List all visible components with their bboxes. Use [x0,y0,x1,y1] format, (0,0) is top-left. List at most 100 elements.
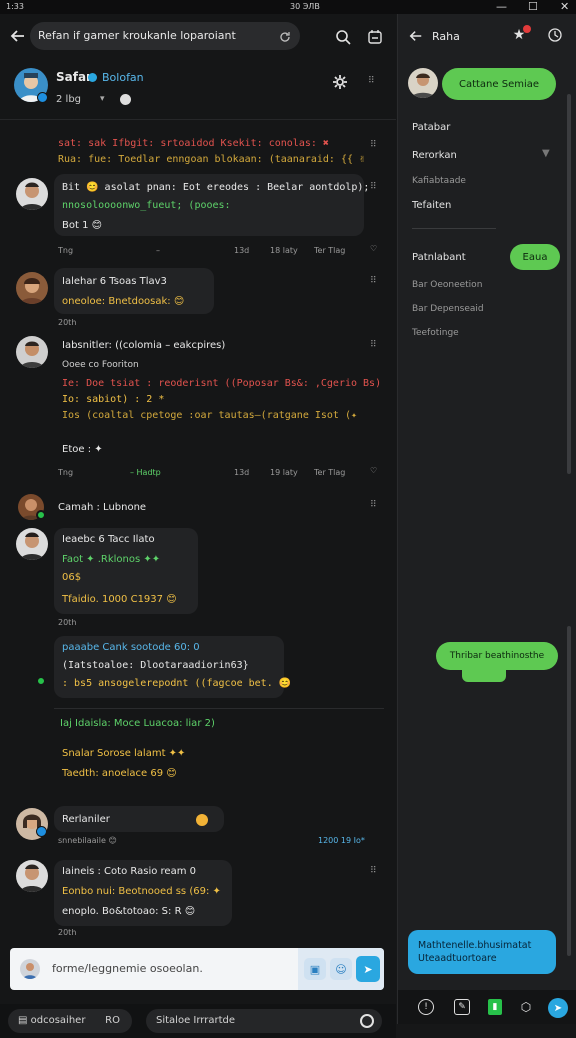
message-line: : bs5 ansogelerepodnt ((fagcoe bet. 😊 [62,678,292,689]
app-icon[interactable]: ▮ [488,999,502,1015]
top-status-pill[interactable]: Cattane Semiae [442,68,556,100]
calendar-icon[interactable] [364,26,386,48]
online-indicator-icon [36,676,46,686]
message-menu-icon[interactable]: ⠿ [370,340,378,350]
attach-icon[interactable]: ▣ [304,958,326,980]
section-pill-label: Eaua [522,251,548,263]
chevron-down-icon[interactable]: ▼ [542,148,550,159]
heart-icon[interactable]: ♡ [370,244,377,253]
contact-tag: Bolofan [102,71,144,84]
scrollbar[interactable] [567,94,571,474]
panel-item[interactable]: Patabar [412,122,450,133]
message-line: Rerlaniler [62,814,110,825]
message-menu-icon[interactable]: ⠿ [370,500,378,510]
gear-icon[interactable] [330,72,350,92]
close-icon[interactable]: ✕ [560,0,569,13]
avatar[interactable] [408,68,438,98]
message-line: Bot 1 😊 [62,220,103,231]
message-meta: Ter Tlag [314,246,346,255]
message-meta: 18 laty [270,246,298,255]
panel-item[interactable]: Tefaiten [412,200,451,211]
verified-icon [37,92,48,103]
clock-icon[interactable] [546,26,564,44]
maximize-icon[interactable]: ☐ [528,0,538,13]
message-menu-icon[interactable]: ⠿ [370,276,378,286]
message-line: Taedth: anoelace 69 😊 [62,768,177,779]
message-time: 20th [58,928,77,937]
panel-bottom-bar: ! ✎ ▮ ⬡ ➤ [398,990,576,1024]
message-line: sat: sak Ifbgit: srtoaidod Ksekit: conol… [58,138,329,149]
back-arrow-icon[interactable] [8,26,28,46]
send-icon[interactable]: ➤ [356,956,380,982]
chevron-down-icon[interactable]: ▾ [100,94,105,104]
send-icon[interactable]: ➤ [548,998,568,1018]
minimize-icon[interactable]: — [496,0,507,13]
search-field[interactable]: Refan if gamer kroukanle loparoiant [30,22,300,50]
message-line: Ie: Doe tsiat : reoderisnt ((Poposar Bs&… [62,378,382,389]
message-menu-icon[interactable]: ⠿ [370,182,378,192]
emoji-icon[interactable]: ☺ [330,958,352,980]
heart-icon[interactable]: ♡ [370,466,377,475]
panel-sub-item[interactable]: Bar Oeoneetion [412,280,482,290]
info-icon[interactable]: ! [418,999,434,1015]
message-line: paaabe Cank sootode 60: 0 [62,642,200,653]
badge-icon [88,73,97,82]
avatar[interactable] [20,959,40,979]
message-time: 20th [58,318,77,327]
cube-icon[interactable]: ⬡ [518,999,534,1015]
message-line: Etoe : ✦ [62,444,103,455]
status-center: 30 ЭЛВ [290,2,320,11]
chat-topbar: Refan if gamer kroukanle loparoiant [0,14,396,58]
message-menu-icon[interactable]: ⠿ [370,140,378,150]
bottom-left-pill[interactable]: ▤ odcosaiher RO [8,1009,132,1033]
message-meta: – Hadtp [130,468,161,477]
avatar[interactable] [16,272,48,304]
mid-pill[interactable]: Thribar beathinosthe [436,642,558,670]
message-line: Bit 😊 asolat pnan: Eot ereodes : Beelar … [62,182,370,193]
message-bubble[interactable] [54,268,214,314]
back-arrow-icon[interactable] [408,28,424,44]
composer-actions: ▣ ☺ ➤ [298,948,384,990]
record-icon[interactable] [360,1014,374,1028]
message-line: Iaineis : Coto Rasio ream 0 [62,866,196,877]
emoji-icon [196,814,208,826]
more-options-icon[interactable]: ⠿ [368,76,376,86]
panel-title: Raha [432,30,460,43]
panel-item[interactable]: Kafiabtaade [412,176,466,186]
message-meta: 19 laty [270,468,298,477]
avatar[interactable] [16,860,48,892]
message-line: 06$ [62,572,82,583]
bottom-left-count: RO [105,1015,120,1026]
message-line: oneoloe: Bnetdoosak: 😊 [62,296,185,307]
panel-sub-item[interactable]: Teefotinge [412,328,459,338]
scrollbar[interactable] [567,626,571,956]
message-menu-icon[interactable]: ⠿ [370,866,378,876]
contact-name: Safar [56,70,92,84]
avatar[interactable] [16,528,48,560]
avatar[interactable] [16,178,48,210]
bottom-search-pill[interactable]: Sitaloe Irrrartde [146,1009,382,1033]
panel-sub-item[interactable]: Bar Depenseaid [412,304,484,314]
message-meta: 1200 19 Io* [318,836,365,845]
search-icon[interactable] [332,26,354,48]
message-line: Ooee co Fooriton [62,360,139,370]
message-composer[interactable]: forme/Ieggnemie osoeolan. ▣ ☺ ➤ [10,948,384,990]
message-line: Ieaebc 6 Tacc Ilato [62,534,155,545]
bottom-search-label: Sitaloe Irrrartde [156,1015,235,1026]
message-line: Iaj Idaisla: Moce Luacoa: liar 2) [60,718,215,729]
chat-header[interactable]: Safar Bolofan 2 lbg ▾ ⠿ [0,58,396,120]
online-indicator-icon [36,510,46,520]
notification-badge [523,25,531,33]
message-line: Iabsnitler: ((colomia – eakcpires) [62,340,226,351]
status-dot-icon [120,94,131,105]
panel-item[interactable]: Rerorkan [412,150,457,161]
edit-icon[interactable]: ✎ [454,999,470,1015]
message-input[interactable]: forme/Ieggnemie osoeolan. [52,962,203,975]
refresh-icon[interactable] [278,30,292,44]
section-pill[interactable]: Eaua [510,244,560,270]
message-line: Ialehar 6 Tsoas Tlav3 [62,276,167,287]
message-line: Faot ✦ .Rklonos ✦✦ [62,554,161,565]
message-line: Io: sabiot) : 2 * [62,394,165,405]
footer-card[interactable]: Mathtenelle.bhusimatat Uteaadtuortoare [408,930,556,974]
avatar[interactable] [16,336,48,368]
